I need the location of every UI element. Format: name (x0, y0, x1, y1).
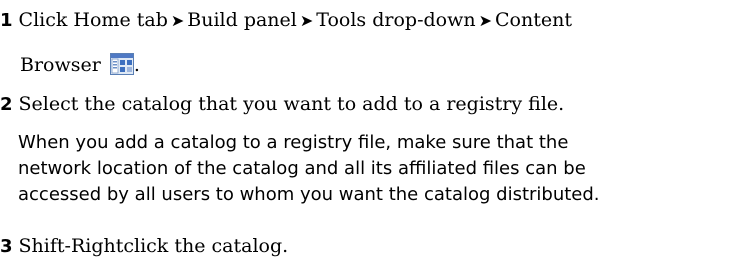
step-number: 2 (0, 94, 13, 115)
step-text-part: Tools drop-down (316, 9, 476, 31)
content-browser-icon (109, 53, 134, 75)
step-text-part: Browser (20, 54, 101, 76)
step-text: Select the catalog that you want to add … (18, 93, 565, 115)
instruction-document: 1 Click Home tab ➤ Build panel ➤ Tools drop-d… (0, 0, 745, 269)
step-text-part: Build panel (187, 9, 297, 31)
step-number: 3 (0, 236, 13, 257)
step-text-part: . (133, 54, 140, 76)
step-3: 3 Shift-Rightclick the catalog. (0, 234, 288, 259)
arrow-icon: ➤ (478, 11, 492, 30)
step-text-part: Content (495, 9, 572, 31)
arrow-icon: ➤ (299, 11, 314, 30)
step-1-continuation: Browser . (20, 53, 140, 77)
arrow-icon: ➤ (170, 11, 185, 30)
note-line: network location of the catalog and all … (18, 158, 586, 179)
note-line: accessed by all users to whom you want t… (18, 184, 600, 205)
step-2: 2 Select the catalog that you want to add… (0, 92, 564, 117)
step-text-part: Click Home tab (18, 9, 168, 31)
note-line: When you add a catalog to a registry fil… (18, 132, 569, 153)
step-2-note: When you add a catalog to a registry fil… (18, 130, 600, 208)
step-number: 1 (0, 10, 13, 31)
step-text: Shift-Rightclick the catalog. (18, 235, 289, 257)
step-1: 1 Click Home tab ➤ Build panel ➤ Tools drop-d… (0, 8, 572, 33)
